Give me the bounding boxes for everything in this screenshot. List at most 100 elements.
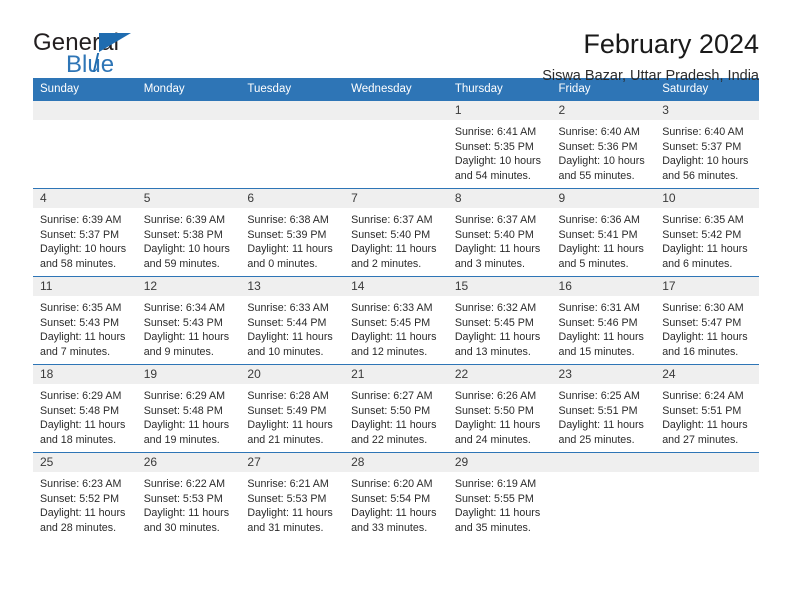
calendar-day-cell[interactable]: 29 Sunrise: 6:19 AM Sunset: 5:55 PM Dayligh…	[447, 452, 552, 541]
sunrise-text: Sunrise: 6:35 AM	[40, 302, 122, 314]
calendar-day-cell-empty	[344, 100, 448, 189]
calendar-day-cell[interactable]: 3 Sunrise: 6:40 AM Sunset: 5:37 PM Daylight…	[655, 100, 759, 189]
day-number	[136, 101, 241, 120]
calendar-day-cell[interactable]: 14 Sunrise: 6:33 AM Sunset: 5:45 PM Dayligh…	[344, 276, 448, 365]
calendar-day-cell-empty	[551, 452, 656, 541]
day-details: Sunrise: 6:29 AM Sunset: 5:48 PM Daylight:…	[137, 384, 241, 447]
calendar-day-cell[interactable]: 28 Sunrise: 6:20 AM Sunset: 5:54 PM Dayligh…	[344, 452, 448, 541]
day-number: 4	[33, 189, 137, 208]
day-details: Sunrise: 6:23 AM Sunset: 5:52 PM Daylight:…	[33, 472, 137, 535]
sunset-text: Sunset: 5:40 PM	[351, 228, 431, 241]
day-number: 10	[655, 189, 759, 208]
day-details: Sunrise: 6:30 AM Sunset: 5:47 PM Daylight:…	[655, 296, 759, 359]
sunrise-text: Sunrise: 6:39 AM	[40, 214, 122, 226]
sunset-text: Sunset: 5:36 PM	[558, 140, 638, 153]
calendar-day-cell[interactable]: 2 Sunrise: 6:40 AM Sunset: 5:36 PM Daylight…	[551, 100, 656, 189]
sunrise-text: Sunrise: 6:37 AM	[351, 214, 433, 226]
daylight-text: Daylight: 11 hours and 2 minutes.	[351, 243, 437, 270]
sunrise-text: Sunrise: 6:35 AM	[662, 214, 744, 226]
calendar-day-cell[interactable]: 10 Sunrise: 6:35 AM Sunset: 5:42 PM Dayligh…	[655, 188, 759, 277]
day-details: Sunrise: 6:28 AM Sunset: 5:49 PM Daylight:…	[240, 384, 344, 447]
calendar-day-cell[interactable]: 16 Sunrise: 6:31 AM Sunset: 5:46 PM Dayligh…	[551, 276, 656, 365]
calendar-day-cell-empty	[240, 100, 345, 189]
sunset-text: Sunset: 5:50 PM	[454, 404, 534, 417]
day-details: Sunrise: 6:41 AM Sunset: 5:35 PM Daylight:…	[448, 120, 552, 183]
sunset-text: Sunset: 5:55 PM	[454, 492, 534, 505]
sunset-text: Sunset: 5:42 PM	[662, 228, 742, 241]
sunrise-text: Sunrise: 6:26 AM	[454, 390, 537, 402]
calendar-day-cell[interactable]: 1 Sunrise: 6:41 AM Sunset: 5:35 PM Daylight…	[447, 100, 552, 189]
calendar-day-cell[interactable]: 13 Sunrise: 6:33 AM Sunset: 5:44 PM Dayligh…	[240, 276, 345, 365]
calendar-day-cell[interactable]: 22 Sunrise: 6:26 AM Sunset: 5:50 PM Dayligh…	[447, 364, 552, 453]
day-details: Sunrise: 6:37 AM Sunset: 5:40 PM Daylight:…	[448, 208, 552, 271]
calendar-day-cell[interactable]: 7 Sunrise: 6:37 AM Sunset: 5:40 PM Daylight…	[344, 188, 448, 277]
day-details: Sunrise: 6:39 AM Sunset: 5:38 PM Daylight:…	[137, 208, 241, 271]
sunset-text: Sunset: 5:46 PM	[558, 316, 638, 329]
calendar-day-cell[interactable]: 18 Sunrise: 6:29 AM Sunset: 5:48 PM Dayligh…	[33, 364, 137, 453]
calendar-day-cell[interactable]: 6 Sunrise: 6:38 AM Sunset: 5:39 PM Daylight…	[240, 188, 345, 277]
daylight-text: Daylight: 11 hours and 33 minutes.	[351, 507, 437, 534]
calendar-day-cell-empty	[655, 452, 759, 541]
sunset-text: Sunset: 5:49 PM	[247, 404, 327, 417]
sunrise-text: Sunrise: 6:40 AM	[558, 126, 640, 138]
sunset-text: Sunset: 5:38 PM	[143, 228, 223, 241]
sunrise-text: Sunrise: 6:41 AM	[454, 126, 537, 138]
calendar-day-cell[interactable]: 9 Sunrise: 6:36 AM Sunset: 5:41 PM Daylight…	[551, 188, 656, 277]
sunrise-text: Sunrise: 6:36 AM	[558, 214, 640, 226]
calendar-day-cell[interactable]: 20 Sunrise: 6:28 AM Sunset: 5:49 PM Dayligh…	[240, 364, 345, 453]
calendar-page: General Blue February 2024 Siswa Bazar, …	[0, 0, 792, 612]
daylight-text: Daylight: 11 hours and 35 minutes.	[454, 507, 541, 534]
calendar-day-cell[interactable]: 23 Sunrise: 6:25 AM Sunset: 5:51 PM Dayligh…	[551, 364, 656, 453]
sunrise-text: Sunrise: 6:31 AM	[558, 302, 640, 314]
calendar-day-cell[interactable]: 19 Sunrise: 6:29 AM Sunset: 5:48 PM Dayligh…	[136, 364, 241, 453]
calendar-day-cell[interactable]: 17 Sunrise: 6:30 AM Sunset: 5:47 PM Dayligh…	[655, 276, 759, 365]
day-number: 13	[240, 277, 345, 296]
day-number	[240, 101, 345, 120]
weekday-header-wednesday: Wednesday	[344, 78, 448, 101]
day-number	[551, 453, 656, 472]
calendar-day-cell[interactable]: 8 Sunrise: 6:37 AM Sunset: 5:40 PM Daylight…	[447, 188, 552, 277]
weekday-header-tuesday: Tuesday	[240, 78, 345, 101]
calendar-week-row: 11 Sunrise: 6:35 AM Sunset: 5:43 PM Dayligh…	[33, 276, 759, 365]
calendar-day-cell[interactable]: 11 Sunrise: 6:35 AM Sunset: 5:43 PM Dayligh…	[33, 276, 137, 365]
daylight-text: Daylight: 11 hours and 28 minutes.	[40, 507, 126, 534]
day-details: Sunrise: 6:29 AM Sunset: 5:48 PM Daylight:…	[33, 384, 137, 447]
daylight-text: Daylight: 11 hours and 12 minutes.	[351, 331, 437, 358]
sunrise-text: Sunrise: 6:32 AM	[454, 302, 537, 314]
daylight-text: Daylight: 11 hours and 13 minutes.	[454, 331, 541, 358]
day-details: Sunrise: 6:34 AM Sunset: 5:43 PM Daylight:…	[137, 296, 241, 359]
day-number: 3	[655, 101, 759, 120]
daylight-text: Daylight: 11 hours and 27 minutes.	[662, 419, 748, 446]
weekday-header-thursday: Thursday	[447, 78, 552, 101]
sunset-text: Sunset: 5:48 PM	[40, 404, 120, 417]
calendar-day-cell[interactable]: 24 Sunrise: 6:24 AM Sunset: 5:51 PM Dayligh…	[655, 364, 759, 453]
calendar-day-cell[interactable]: 12 Sunrise: 6:34 AM Sunset: 5:43 PM Dayligh…	[136, 276, 241, 365]
day-number: 20	[240, 365, 345, 384]
day-number: 14	[344, 277, 448, 296]
sunset-text: Sunset: 5:48 PM	[143, 404, 223, 417]
day-details: Sunrise: 6:40 AM Sunset: 5:37 PM Daylight:…	[655, 120, 759, 183]
calendar-day-cell[interactable]: 27 Sunrise: 6:21 AM Sunset: 5:53 PM Dayligh…	[240, 452, 345, 541]
sunrise-text: Sunrise: 6:27 AM	[351, 390, 433, 402]
calendar-day-cell[interactable]: 4 Sunrise: 6:39 AM Sunset: 5:37 PM Daylight…	[33, 188, 137, 277]
calendar-day-cell[interactable]: 15 Sunrise: 6:32 AM Sunset: 5:45 PM Dayligh…	[447, 276, 552, 365]
daylight-text: Daylight: 10 hours and 56 minutes.	[662, 155, 749, 182]
calendar-day-cell[interactable]: 25 Sunrise: 6:23 AM Sunset: 5:52 PM Dayligh…	[33, 452, 137, 541]
day-number: 24	[655, 365, 759, 384]
day-number: 12	[136, 277, 241, 296]
daylight-text: Daylight: 10 hours and 55 minutes.	[558, 155, 645, 182]
general-blue-logo[interactable]: General Blue	[33, 26, 173, 82]
sunset-text: Sunset: 5:52 PM	[40, 492, 120, 505]
calendar-week-row: 25 Sunrise: 6:23 AM Sunset: 5:52 PM Dayligh…	[33, 452, 759, 541]
sunrise-text: Sunrise: 6:30 AM	[662, 302, 744, 314]
day-details: Sunrise: 6:33 AM Sunset: 5:44 PM Daylight:…	[240, 296, 344, 359]
calendar-day-cell[interactable]: 21 Sunrise: 6:27 AM Sunset: 5:50 PM Dayligh…	[344, 364, 448, 453]
day-number: 9	[551, 189, 656, 208]
calendar-week-row: 1 Sunrise: 6:41 AM Sunset: 5:35 PM Daylight…	[33, 100, 759, 189]
calendar-day-cell[interactable]: 26 Sunrise: 6:22 AM Sunset: 5:53 PM Dayligh…	[136, 452, 241, 541]
calendar-day-cell-empty	[136, 100, 241, 189]
daylight-text: Daylight: 11 hours and 16 minutes.	[662, 331, 748, 358]
daylight-text: Daylight: 11 hours and 31 minutes.	[247, 507, 333, 534]
calendar-day-cell[interactable]: 5 Sunrise: 6:39 AM Sunset: 5:38 PM Daylight…	[136, 188, 241, 277]
day-details: Sunrise: 6:26 AM Sunset: 5:50 PM Daylight:…	[448, 384, 552, 447]
